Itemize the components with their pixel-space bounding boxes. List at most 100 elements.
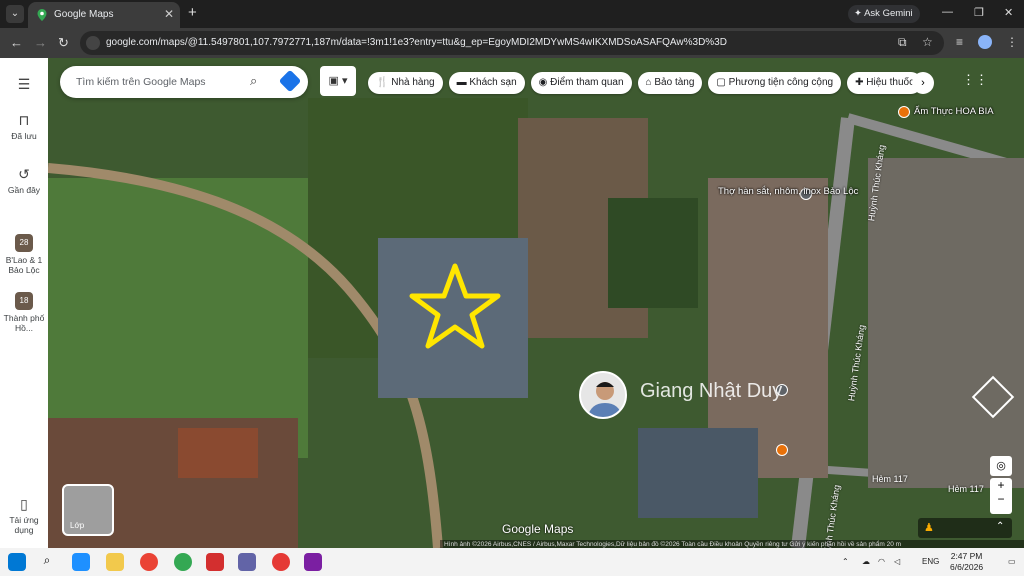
recent-place-2-label: Thành phố Hồ...	[3, 313, 45, 333]
app-icon-red[interactable]	[272, 553, 290, 571]
recent-place-1[interactable]: 28 B'Lao & 1 Bảo Lộc	[0, 234, 48, 275]
notifications-icon[interactable]: ▭	[1008, 557, 1016, 566]
get-app-label: Tải ứng dụng	[9, 515, 39, 535]
reload-icon[interactable]: ↻	[58, 35, 69, 51]
zoom-out-button[interactable]: −	[990, 492, 1012, 506]
chip-label: Bảo tàng	[654, 77, 695, 88]
zoom-in-button[interactable]: +	[990, 478, 1012, 492]
language-indicator[interactable]: ENG	[922, 557, 939, 566]
pegman-icon[interactable]: ♟	[924, 521, 934, 534]
recent-place-2[interactable]: 18 Thành phố Hồ...	[0, 292, 48, 333]
volume-icon[interactable]: ◁	[894, 557, 900, 566]
hamburger-icon: ☰	[17, 76, 31, 92]
browser-menu-icon[interactable]: ⋮	[1006, 35, 1018, 49]
chrome-icon[interactable]	[140, 553, 158, 571]
layers-button[interactable]: Lớp	[62, 484, 114, 536]
google-maps-logo: Google Maps	[502, 522, 574, 536]
marker-pin-icon[interactable]	[776, 444, 788, 456]
gemini-icon: ✦	[854, 8, 862, 19]
workshop-label[interactable]: Thợ hàn sắt, nhôm, inox Bảo Lộc	[718, 186, 858, 197]
menu-button[interactable]: ☰	[0, 76, 48, 95]
alley-label-2: Hẻm 117	[948, 484, 984, 494]
layers-label: Lớp	[70, 521, 85, 530]
onedrive-icon[interactable]: ☁	[862, 557, 870, 566]
profile-avatar[interactable]	[978, 35, 992, 49]
app-icon-purple[interactable]	[304, 553, 322, 571]
transit-icon: ▢	[716, 77, 726, 88]
recent-label: Gần đây	[7, 185, 41, 195]
clock-date: 6/6/2026	[950, 562, 984, 572]
forward-icon[interactable]: →	[34, 35, 47, 50]
chips-next-icon[interactable]: ›	[912, 72, 934, 94]
museum-icon: ⌂	[645, 77, 652, 88]
restaurant-pin-icon[interactable]	[898, 106, 910, 118]
install-app-icon[interactable]: ⧉	[898, 35, 907, 50]
bed-icon: ▬	[456, 77, 467, 88]
alley-label-1: Hẻm 117	[872, 474, 908, 484]
get-app-button[interactable]: ▯ Tải ứng dụng	[0, 496, 48, 535]
bookmark-icon: ⊓	[18, 112, 30, 128]
maximize-icon[interactable]: ❐	[974, 6, 984, 19]
zoom-control: + −	[990, 478, 1012, 514]
restaurant-label[interactable]: Ẩm Thực HOA BIA	[914, 106, 994, 117]
tray-chevron-icon[interactable]: ⌃	[842, 557, 849, 566]
tab-title: Google Maps	[54, 9, 114, 20]
minimize-icon[interactable]: —	[942, 6, 953, 18]
chip-label: Hiệu thuốc	[866, 77, 915, 88]
address-bar[interactable]: google.com/maps/@11.5497801,107.7972771,…	[80, 31, 944, 55]
back-icon[interactable]: ←	[10, 35, 23, 50]
google-maps-favicon-icon	[37, 9, 47, 21]
browser-toolbar: ← → ↻ google.com/maps/@11.5497801,107.79…	[0, 28, 1024, 58]
windows-start-icon[interactable]	[8, 553, 26, 571]
tab-close-icon[interactable]: ✕	[164, 7, 174, 21]
close-window-icon[interactable]: ✕	[1004, 6, 1013, 19]
app-icon-green[interactable]	[174, 553, 192, 571]
recent-place-1-label: B'Lao & 1 Bảo Lộc	[5, 255, 43, 275]
phone-icon: ▯	[20, 496, 28, 512]
chip-transit[interactable]: ▢ Phương tiện công cộng	[708, 72, 842, 94]
ask-gemini-label: Ask Gemini	[864, 8, 913, 19]
ask-gemini-button[interactable]: ✦ Ask Gemini	[848, 5, 920, 23]
reading-list-icon[interactable]: ≡	[956, 35, 963, 49]
streetview-bar[interactable]: ♟ ⌃	[918, 518, 1012, 538]
recent-button[interactable]: ↺ Gần đây	[0, 166, 48, 195]
wifi-icon[interactable]: ◠	[878, 557, 885, 566]
chip-label: Nhà hàng	[391, 77, 435, 88]
chip-pharmacy[interactable]: ✚ Hiệu thuốc	[847, 72, 923, 94]
expand-icon[interactable]: ⌃	[996, 521, 1004, 532]
fork-icon: 🍴	[376, 77, 389, 88]
search-input[interactable]: Tìm kiếm trên Google Maps	[76, 76, 206, 88]
saved-button[interactable]: ⊓ Đã lưu	[0, 112, 48, 141]
chip-label: Khách sạn	[469, 77, 517, 88]
page-viewport: ☰ ⊓ Đã lưu ↺ Gần đây 28 B'Lao & 1 Bảo Lộc 1…	[0, 58, 1024, 548]
site-info-icon[interactable]	[86, 36, 100, 50]
file-explorer-icon[interactable]	[106, 553, 124, 571]
chip-restaurants[interactable]: 🍴 Nhà hàng	[368, 72, 443, 94]
directions-icon[interactable]	[278, 69, 302, 93]
tab-google-maps[interactable]: Google Maps ✕	[28, 2, 180, 28]
search-box[interactable]: Tìm kiếm trên Google Maps ⌕	[60, 66, 308, 98]
my-location-icon[interactable]: ◎	[990, 456, 1012, 476]
teams-icon[interactable]	[238, 553, 256, 571]
url-text[interactable]: google.com/maps/@11.5497801,107.7972771,…	[106, 37, 727, 48]
taskbar-search-icon[interactable]: ⌕	[38, 553, 56, 571]
taskbar: ⌕ ⌃ ☁ ◠ ◁ ENG 2:47 PM 6/6/2026 ▭	[0, 548, 1024, 576]
chip-hotels[interactable]: ▬ Khách sạn	[448, 72, 525, 94]
clock[interactable]: 2:47 PM 6/6/2026	[950, 551, 983, 573]
wps-icon[interactable]	[206, 553, 224, 571]
chip-label: Điểm tham quan	[550, 77, 624, 88]
history-icon: ↺	[18, 166, 30, 182]
tab-bar: ⌄ Google Maps ✕ + ✦ Ask Gemini — ❐ ✕	[0, 0, 1024, 28]
tab-search-button[interactable]: ⌄	[6, 5, 24, 23]
satellite-map[interactable]: Ẩm Thực HOA BIA Thợ hàn sắt, nhôm, inox …	[48, 58, 1024, 548]
camera-icon: ◉	[538, 77, 548, 88]
search-icon[interactable]: ⌕	[250, 73, 257, 89]
apps-grid-icon[interactable]: ⋮⋮	[962, 72, 988, 88]
attribution-text[interactable]: Hình ảnh ©2026 Airbus,CNES / Airbus,Maxa…	[444, 541, 901, 548]
chip-attractions[interactable]: ◉ Điểm tham quan	[530, 72, 632, 94]
bookmark-star-icon[interactable]: ☆	[922, 35, 933, 49]
edge-icon[interactable]	[72, 553, 90, 571]
new-tab-button[interactable]: +	[188, 4, 197, 21]
chip-museums[interactable]: ⌂ Bảo tàng	[637, 72, 703, 94]
transit-filter-button[interactable]: ▣ ▾	[320, 66, 356, 96]
